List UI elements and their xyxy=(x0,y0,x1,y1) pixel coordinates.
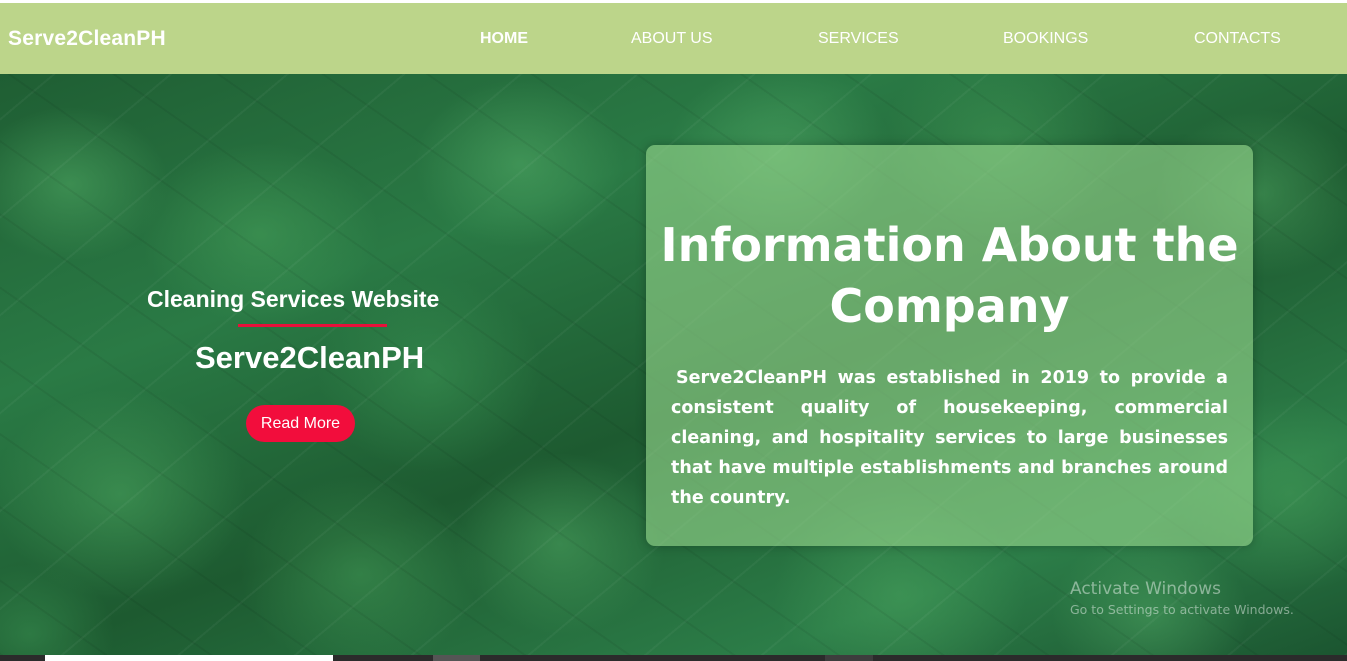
hero-section: Cleaning Services Website Serve2CleanPH … xyxy=(0,74,1347,655)
watermark-title: Activate Windows xyxy=(1070,579,1221,599)
windows-activation-watermark: Activate Windows Go to Settings to activ… xyxy=(1070,578,1294,620)
page: Serve2CleanPH HOME ABOUT US SERVICES BOO… xyxy=(0,0,1347,661)
taskbar-app-slot[interactable] xyxy=(433,655,480,661)
company-info-card: Information About the Company Serve2Clea… xyxy=(646,145,1253,546)
nav-link-about-us[interactable]: ABOUT US xyxy=(631,30,713,48)
watermark-subtitle: Go to Settings to activate Windows. xyxy=(1070,602,1294,617)
nav-link-contacts[interactable]: CONTACTS xyxy=(1194,30,1281,48)
nav-link-home[interactable]: HOME xyxy=(480,30,528,48)
info-card-heading: Information About the Company xyxy=(660,218,1239,333)
nav-menu: HOME ABOUT US SERVICES BOOKINGS CONTACTS xyxy=(0,30,1347,50)
hero-intro: Cleaning Services Website Serve2CleanPH … xyxy=(0,74,625,655)
navbar: Serve2CleanPH HOME ABOUT US SERVICES BOO… xyxy=(0,3,1347,74)
hero-subtitle: Cleaning Services Website xyxy=(147,286,440,312)
nav-link-bookings[interactable]: BOOKINGS xyxy=(1003,30,1088,48)
hero-underline-divider xyxy=(238,324,387,327)
info-card-text: Serve2CleanPH was established in 2019 to… xyxy=(671,368,1228,508)
read-more-button[interactable]: Read More xyxy=(246,405,355,442)
hero-title: Serve2CleanPH xyxy=(195,340,425,375)
nav-link-services[interactable]: SERVICES xyxy=(818,30,899,48)
taskbar-search-box[interactable] xyxy=(45,655,333,661)
taskbar-app-slot[interactable] xyxy=(825,655,873,661)
taskbar-edge xyxy=(0,655,1347,661)
